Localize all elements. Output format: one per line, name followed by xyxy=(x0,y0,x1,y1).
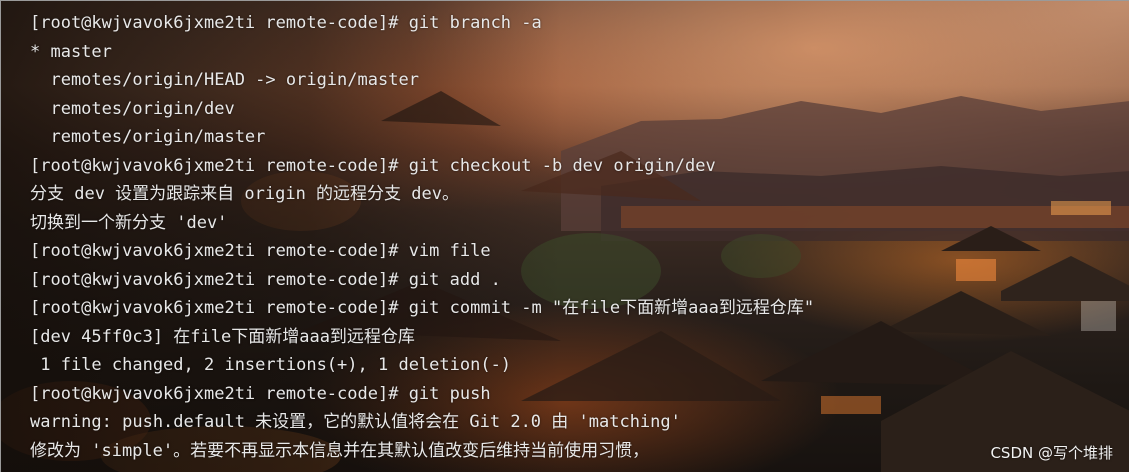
terminal-line: [root@kwjvavok6jxme2ti remote-code]# git… xyxy=(30,383,491,404)
terminal-line: [root@kwjvavok6jxme2ti remote-code]# git… xyxy=(30,269,501,290)
terminal-line: 分支 dev 设置为跟踪来自 origin 的远程分支 dev。 xyxy=(30,184,459,204)
terminal-line: [root@kwjvavok6jxme2ti remote-code]# git… xyxy=(30,155,716,176)
terminal-line: remotes/origin/HEAD -> origin/master xyxy=(30,70,419,90)
terminal-line: [dev 45ff0c3] 在file下面新增aaa到远程仓库 xyxy=(30,326,415,347)
terminal-line: remotes/origin/master xyxy=(30,127,266,147)
terminal-line: * master xyxy=(30,41,112,62)
csdn-watermark: CSDN @写个堆排 xyxy=(990,444,1113,462)
terminal-line: 1 file changed, 2 insertions(+), 1 delet… xyxy=(30,355,512,375)
terminal-line: [root@kwjvavok6jxme2ti remote-code]# vim… xyxy=(30,241,491,261)
terminal-line: 修改为 'simple'。若要不再显示本信息并在其默认值改变后维持当前使用习惯， xyxy=(30,440,650,461)
terminal-line: [root@kwjvavok6jxme2ti remote-code]# git… xyxy=(30,13,542,33)
terminal-line: 切换到一个新分支 'dev' xyxy=(30,212,228,233)
terminal-line: remotes/origin/dev xyxy=(30,98,235,119)
terminal-output[interactable]: [root@kwjvavok6jxme2ti remote-code]# git… xyxy=(1,1,1129,472)
terminal-line: warning: push.default 未设置，它的默认值将会在 Git 2… xyxy=(30,412,681,432)
terminal-window[interactable]: [root@kwjvavok6jxme2ti remote-code]# git… xyxy=(0,0,1129,472)
terminal-line: [root@kwjvavok6jxme2ti remote-code]# git… xyxy=(30,298,815,318)
